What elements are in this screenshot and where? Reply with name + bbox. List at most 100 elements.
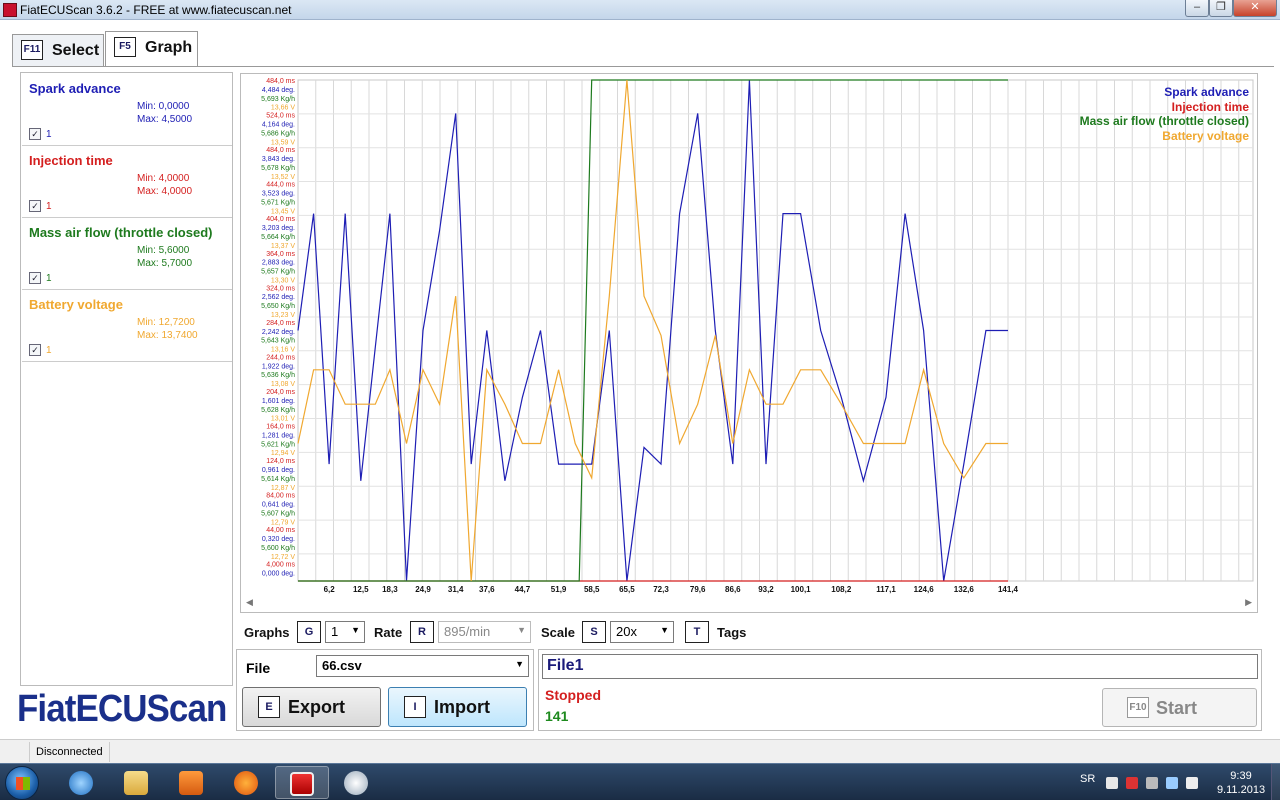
start-label: Start: [1156, 698, 1198, 718]
signal-item-mass-air-flow[interactable]: Mass air flow (throttle closed) Min: 5,6…: [22, 218, 232, 290]
y-tick-label: 484,0 ms: [266, 147, 295, 154]
export-button[interactable]: E Export: [242, 687, 381, 727]
import-button[interactable]: I Import: [388, 687, 527, 727]
clock[interactable]: 9:39 9.11.2013: [1214, 769, 1268, 797]
scroll-right-icon[interactable]: ▶: [1245, 597, 1252, 608]
close-button[interactable]: ✕: [1233, 0, 1277, 17]
y-tick-label: 5,657 Kg/h: [261, 269, 295, 276]
y-tick-label: 5,693 Kg/h: [261, 96, 295, 103]
taskbar: SR 9:39 9.11.2013: [0, 763, 1280, 800]
x-tick-label: 108,2: [831, 585, 852, 594]
signal-count: 1: [46, 201, 52, 212]
y-tick-label: 284,0 ms: [266, 320, 295, 327]
y-tick-label: 84,00 ms: [266, 493, 295, 500]
x-tick-label: 93,2: [758, 585, 774, 594]
signal-checkbox[interactable]: ✓: [29, 128, 41, 140]
signal-checkbox[interactable]: ✓: [29, 272, 41, 284]
chevron-down-icon: ▼: [515, 659, 524, 669]
rate-value: 895/min: [444, 624, 491, 639]
app-icon: [3, 3, 17, 17]
tab-select[interactable]: F11 Select: [12, 34, 104, 66]
taskbar-fiatecuscan[interactable]: [275, 766, 329, 799]
y-tick-label: 164,0 ms: [266, 424, 295, 431]
tray-device-icon[interactable]: [1146, 777, 1158, 789]
taskbar-paint[interactable]: [330, 766, 384, 799]
y-tick-label: 4,484 deg.: [262, 87, 295, 94]
signal-checkbox[interactable]: ✓: [29, 344, 41, 356]
chevron-down-icon: ▼: [660, 625, 669, 635]
x-tick-label: 124,6: [914, 585, 935, 594]
scale-select[interactable]: 20x ▼: [610, 621, 674, 643]
title-bar: FiatECUScan 3.6.2 - FREE at www.fiatecus…: [0, 0, 1280, 20]
signal-item-battery-voltage[interactable]: Battery voltage Min: 12,7200 Max: 13,740…: [22, 290, 232, 362]
x-tick-label: 86,6: [725, 585, 741, 594]
y-tick-label: 13,16 V: [271, 347, 295, 354]
y-tick-label: 13,37 V: [271, 243, 295, 250]
tags-label[interactable]: Tags: [717, 625, 746, 640]
x-tick-label: 31,4: [448, 585, 464, 594]
signal-item-injection-time[interactable]: Injection time Min: 4,0000 Max: 4,0000 ✓…: [22, 146, 232, 218]
y-tick-label: 0,000 deg.: [262, 571, 295, 578]
fiatecuscan-icon: [290, 772, 314, 796]
graph-canvas: 484,0 ms 4,484 deg. 5,693 Kg/h 13,66 V524,0…: [261, 78, 1254, 594]
show-desktop-button[interactable]: [1271, 764, 1280, 800]
y-tick-label: 13,23 V: [271, 312, 295, 319]
minimize-button[interactable]: –: [1185, 0, 1209, 17]
scroll-left-icon[interactable]: ◀: [246, 597, 253, 608]
taskbar-firefox[interactable]: [220, 766, 274, 799]
rate-label: Rate: [374, 625, 403, 640]
signal-name: Mass air flow (throttle closed): [29, 225, 213, 240]
y-tick-label: 44,00 ms: [266, 527, 295, 534]
windows-start-icon[interactable]: [5, 766, 39, 800]
y-tick-label: 5,664 Kg/h: [261, 234, 295, 241]
start-key: F10: [1127, 697, 1149, 718]
file-name-field[interactable]: File1: [542, 654, 1258, 679]
folder-icon: [124, 771, 148, 795]
maximize-button[interactable]: ❐: [1209, 0, 1233, 17]
tags-key[interactable]: T: [685, 621, 709, 643]
x-tick-label: 117,1: [876, 585, 896, 594]
y-tick-label: 5,686 Kg/h: [261, 130, 295, 137]
graphs-key[interactable]: G: [297, 621, 321, 643]
window-title: FiatECUScan 3.6.2 - FREE at www.fiatecus…: [20, 3, 292, 17]
export-key: E: [258, 696, 280, 718]
graph-panel[interactable]: 484,0 ms 4,484 deg. 5,693 Kg/h 13,66 V 524,0…: [240, 73, 1258, 613]
y-tick-label: 484,0 ms: [266, 78, 295, 85]
file-select[interactable]: 66.csv ▼: [316, 655, 529, 677]
legend-spark-advance: Spark advance: [1164, 85, 1249, 99]
rate-key[interactable]: R: [410, 621, 434, 643]
y-tick-label: 1,281 deg.: [262, 432, 295, 439]
tray-up-icon[interactable]: [1106, 777, 1118, 789]
language-indicator[interactable]: SR: [1080, 773, 1095, 785]
minimize-icon: –: [1193, 1, 1201, 13]
x-tick-label: 100,1: [791, 585, 812, 594]
media-player-icon: [179, 771, 203, 795]
taskbar-explorer[interactable]: [110, 766, 164, 799]
y-tick-label: 13,52 V: [271, 174, 295, 181]
tab-graph[interactable]: F5 Graph: [105, 31, 198, 66]
y-tick-label: 2,242 deg.: [262, 329, 295, 336]
tray-flag-icon[interactable]: [1126, 777, 1138, 789]
start-button[interactable]: F10 Start: [1102, 688, 1257, 727]
taskbar-ie[interactable]: [55, 766, 109, 799]
signal-item-spark-advance[interactable]: Spark advance Min: 0,0000 Max: 4,5000 ✓ …: [22, 74, 232, 146]
network-icon[interactable]: [1166, 777, 1178, 789]
y-tick-label: 12,94 V: [271, 450, 295, 457]
x-tick-label: 132,6: [954, 585, 975, 594]
y-tick-label: 0,641 deg.: [262, 502, 295, 509]
y-tick-label: 4,000 ms: [266, 562, 295, 569]
y-tick-label: 13,45 V: [271, 208, 295, 215]
taskbar-media[interactable]: [165, 766, 219, 799]
y-tick-label: 2,562 deg.: [262, 294, 295, 301]
signal-name: Battery voltage: [29, 297, 123, 312]
scale-key[interactable]: S: [582, 621, 606, 643]
connection-status: Disconnected: [29, 742, 110, 762]
import-label: Import: [434, 697, 490, 717]
volume-icon[interactable]: [1186, 777, 1198, 789]
signal-min: Min: 4,0000: [137, 173, 190, 184]
rate-select[interactable]: 895/min ▼: [438, 621, 531, 643]
graphs-select[interactable]: 1 ▼: [325, 621, 365, 643]
horizontal-scrollbar[interactable]: ◀ ▶: [242, 595, 1256, 611]
signal-checkbox[interactable]: ✓: [29, 200, 41, 212]
y-tick-label: 3,523 deg.: [262, 191, 295, 198]
